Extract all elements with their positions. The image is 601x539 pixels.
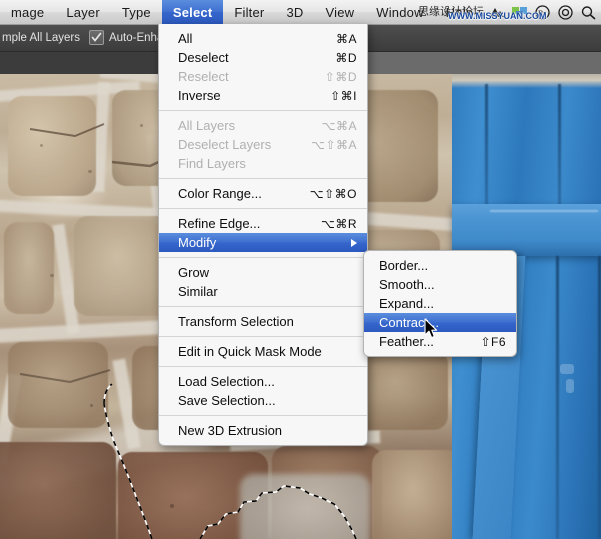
device-central-icon[interactable]: Br <box>534 5 551 20</box>
door-plank-seam <box>556 256 559 539</box>
menu-select[interactable]: Select <box>162 0 224 24</box>
checkmark-icon <box>91 32 102 43</box>
menu-separator <box>159 336 367 337</box>
menuitem-shortcut: ⌥⇧⌘A <box>311 138 357 152</box>
submenu-item-label: Feather... <box>379 334 434 349</box>
submenu-item-label: Contract... <box>379 315 439 330</box>
menuitem-label: All <box>178 31 192 46</box>
bridge-icon[interactable] <box>488 5 505 20</box>
menu-separator <box>159 178 367 179</box>
chevron-right-icon <box>351 239 357 247</box>
search-icon[interactable] <box>580 5 597 20</box>
menuitem-label: Inverse <box>178 88 221 103</box>
menuitem-label: New 3D Extrusion <box>178 423 282 438</box>
menu-layer[interactable]: Layer <box>55 0 111 24</box>
menuitem-deselect-layers: Deselect Layers ⌥⇧⌘A <box>159 135 367 154</box>
menuitem-all-layers: All Layers ⌥⌘A <box>159 116 367 135</box>
photoshop-window: e Photoshop CS6 mple All Layers Auto-Enh… <box>0 0 601 539</box>
submenu-item-label: Border... <box>379 258 428 273</box>
menu-view[interactable]: View <box>314 0 365 24</box>
menuitem-label: Similar <box>178 284 218 299</box>
door-top-edge <box>452 74 601 88</box>
submenu-item-expand[interactable]: Expand... <box>364 294 516 313</box>
door-plank-seam <box>558 84 561 214</box>
menuitem-shortcut: ⌘D <box>335 51 357 65</box>
menuitem-label: Color Range... <box>178 186 262 201</box>
menu-bar: mage Layer Type Select Filter 3D View Wi… <box>0 0 601 25</box>
menu-window[interactable]: Window <box>365 0 434 24</box>
menu-separator <box>159 366 367 367</box>
menuitem-label: Edit in Quick Mask Mode <box>178 344 322 359</box>
menuitem-shortcut: ⌥⌘R <box>321 217 357 231</box>
menuitem-label: Grow <box>178 265 209 280</box>
menuitem-label: Transform Selection <box>178 314 294 329</box>
menuitem-label: Find Layers <box>178 156 246 171</box>
menuitem-shortcut: ⌥⇧⌘O <box>310 187 357 201</box>
auto-enhance-checkbox[interactable] <box>89 30 104 45</box>
menuitem-grow[interactable]: Grow <box>159 263 367 282</box>
door-plank-seam <box>485 84 488 214</box>
menubar-status-icons: Br <box>488 0 601 24</box>
menu-separator <box>159 257 367 258</box>
submenu-item-border[interactable]: Border... <box>364 256 516 275</box>
menuitem-shortcut: ⌥⌘A <box>322 119 357 133</box>
submenu-item-feather[interactable]: Feather... ⇧F6 <box>364 332 516 351</box>
menuitem-find-layers: Find Layers <box>159 154 367 173</box>
creative-cloud-icon[interactable] <box>557 5 574 20</box>
menuitem-label: All Layers <box>178 118 235 133</box>
menuitem-load-selection[interactable]: Load Selection... <box>159 372 367 391</box>
menuitem-label: Save Selection... <box>178 393 276 408</box>
menuitem-color-range[interactable]: Color Range... ⌥⇧⌘O <box>159 184 367 203</box>
menuitem-label: Deselect <box>178 50 229 65</box>
submenu-item-shortcut: ⇧F6 <box>480 335 506 349</box>
menuitem-all[interactable]: All ⌘A <box>159 29 367 48</box>
menuitem-save-selection[interactable]: Save Selection... <box>159 391 367 410</box>
submenu-item-contract[interactable]: Contract... <box>364 313 516 332</box>
menuitem-transform-selection[interactable]: Transform Selection <box>159 312 367 331</box>
menuitem-modify[interactable]: Modify <box>159 233 367 252</box>
menu-separator <box>159 208 367 209</box>
menuitem-similar[interactable]: Similar <box>159 282 367 301</box>
menuitem-label: Deselect Layers <box>178 137 271 152</box>
svg-text:Br: Br <box>538 9 546 18</box>
menuitem-refine-edge[interactable]: Refine Edge... ⌥⌘R <box>159 214 367 233</box>
submenu-item-label: Smooth... <box>379 277 435 292</box>
menuitem-label: Refine Edge... <box>178 216 260 231</box>
menuitem-label: Reselect <box>178 69 229 84</box>
modify-submenu: Border... Smooth... Expand... Contract..… <box>363 250 517 357</box>
menuitem-label: Load Selection... <box>178 374 275 389</box>
menuitem-edit-in-quick-mask-mode[interactable]: Edit in Quick Mask Mode <box>159 342 367 361</box>
submenu-item-label: Expand... <box>379 296 434 311</box>
menu-type[interactable]: Type <box>111 0 162 24</box>
submenu-item-smooth[interactable]: Smooth... <box>364 275 516 294</box>
menuitem-shortcut: ⇧⌘I <box>330 89 357 103</box>
menu-image[interactable]: mage <box>0 0 55 24</box>
menuitem-reselect: Reselect ⇧⌘D <box>159 67 367 86</box>
sample-all-layers-label: mple All Layers <box>2 32 80 44</box>
menuitem-shortcut: ⌘A <box>336 32 357 46</box>
crossbeam-highlight <box>490 210 598 212</box>
menu-separator <box>159 306 367 307</box>
menuitem-deselect[interactable]: Deselect ⌘D <box>159 48 367 67</box>
menu-separator <box>159 110 367 111</box>
menuitem-shortcut: ⇧⌘D <box>325 70 357 84</box>
mini-bridge-icon[interactable] <box>511 5 528 20</box>
menu-filter[interactable]: Filter <box>223 0 275 24</box>
menuitem-inverse[interactable]: Inverse ⇧⌘I <box>159 86 367 105</box>
menuitem-label: Modify <box>178 235 216 250</box>
menu-3d[interactable]: 3D <box>275 0 314 24</box>
select-menu-dropdown: All ⌘A Deselect ⌘D Reselect ⇧⌘D Inverse … <box>158 24 368 446</box>
menuitem-new-3d-extrusion[interactable]: New 3D Extrusion <box>159 421 367 440</box>
door-paint-chip <box>566 379 574 393</box>
menu-help[interactable]: Help <box>435 0 485 24</box>
door-paint-chip <box>560 364 574 374</box>
menu-separator <box>159 415 367 416</box>
